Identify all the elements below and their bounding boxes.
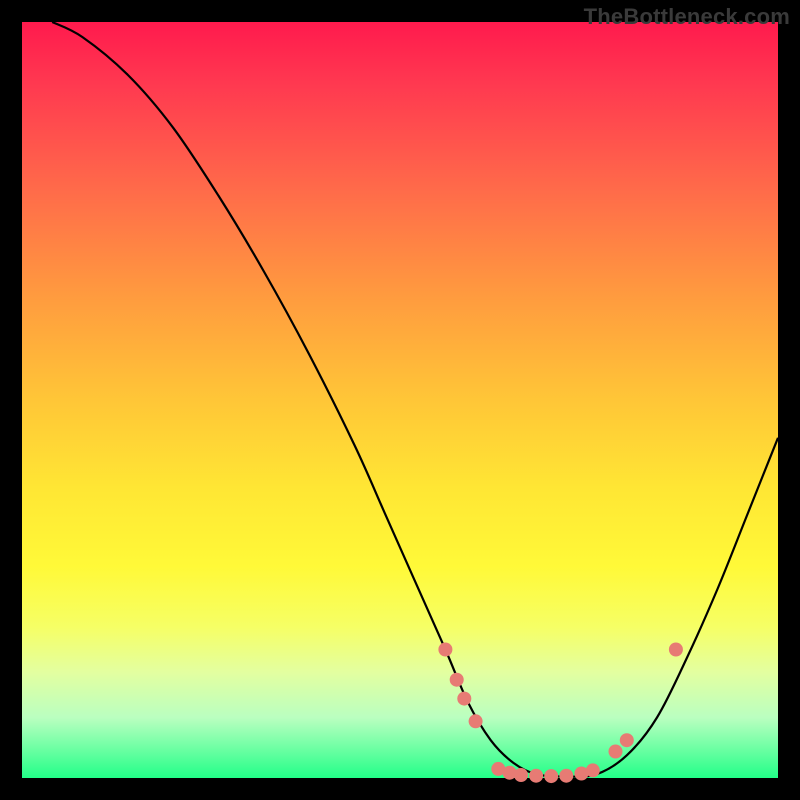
plot-svg <box>22 22 778 778</box>
data-marker <box>529 769 543 783</box>
watermark-text: TheBottleneck.com <box>584 4 790 30</box>
data-marker <box>620 733 634 747</box>
data-marker <box>559 769 573 783</box>
data-marker <box>544 769 558 783</box>
bottleneck-curve <box>52 22 778 777</box>
data-marker <box>669 643 683 657</box>
data-marker <box>586 763 600 777</box>
data-marker <box>438 643 452 657</box>
marker-group <box>438 643 683 784</box>
data-marker <box>514 768 528 782</box>
data-marker <box>457 692 471 706</box>
data-marker <box>469 714 483 728</box>
data-marker <box>450 673 464 687</box>
data-marker <box>609 745 623 759</box>
chart-area <box>22 22 778 778</box>
